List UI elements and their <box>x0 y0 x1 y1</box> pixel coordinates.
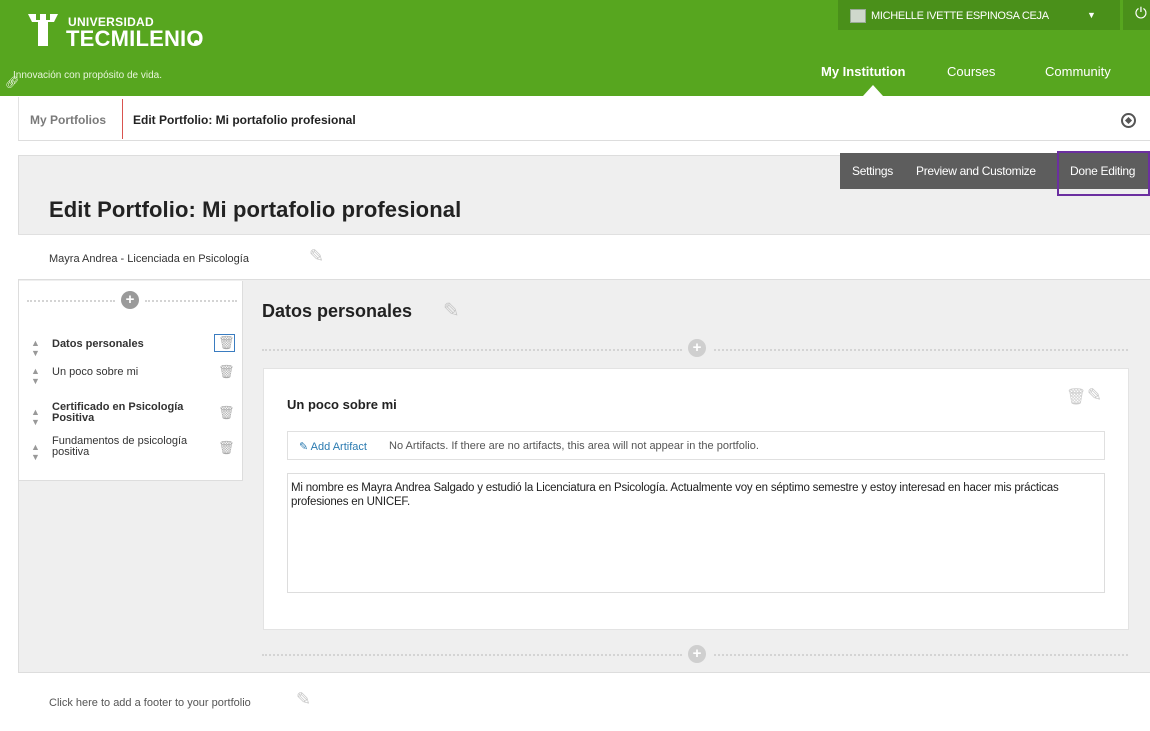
sidebar-item-fundamentos[interactable]: Fundamentos de psicología positiva <box>52 436 204 458</box>
tab-my-institution[interactable]: My Institution <box>821 64 906 79</box>
trash-icon[interactable]: 🗑︎ <box>218 335 235 351</box>
user-name[interactable]: MICHELLE IVETTE ESPINOSA CEJA <box>871 10 1049 22</box>
edit-card-pencil-icon[interactable]: ✎ <box>1087 385 1102 406</box>
breadcrumb-current: Edit Portfolio: Mi portafolio profesiona… <box>133 113 356 127</box>
avatar <box>850 9 866 23</box>
active-tab-pointer <box>863 85 883 96</box>
add-artifact-link[interactable]: ✎ Add Artifact <box>299 440 367 453</box>
logo-name[interactable]: TECMILENIO <box>66 26 204 52</box>
logo-dot <box>194 40 199 45</box>
section-title: Datos personales <box>262 301 413 321</box>
card-title: Un poco sobre mi <box>287 397 397 412</box>
chevron-down-icon[interactable]: ▼ <box>1087 10 1096 20</box>
tab-community[interactable]: Community <box>1045 64 1111 79</box>
portfolio-header-text[interactable]: Mayra Andrea - Licenciada en Psicología <box>49 253 249 265</box>
trash-icon[interactable]: 🗑︎ <box>218 364 235 380</box>
preview-customize-button[interactable]: Preview and Customize <box>916 164 1036 178</box>
tab-courses[interactable]: Courses <box>947 64 995 79</box>
divider <box>714 654 1128 656</box>
content-text[interactable]: Mi nombre es Mayra Andrea Salgado y estu… <box>291 481 1101 509</box>
sidebar-item-datos-personales[interactable]: Datos personales <box>52 338 144 350</box>
divider <box>714 349 1128 351</box>
done-editing-highlight <box>1057 151 1150 196</box>
add-page-icon[interactable]: + <box>121 291 139 309</box>
edit-section-pencil-icon[interactable]: ✎ <box>443 298 460 323</box>
sidebar-item-un-poco-sobre-mi[interactable]: Un poco sobre mi <box>52 366 138 378</box>
tecmilenio-logo-icon <box>28 14 58 46</box>
divider <box>145 300 237 302</box>
trash-icon[interactable]: 🗑︎ <box>1066 387 1086 407</box>
settings-button[interactable]: Settings <box>852 164 893 178</box>
compass-icon[interactable] <box>1121 113 1136 128</box>
sort-handle-icon[interactable]: ▲ ▼ <box>31 338 40 358</box>
breadcrumb-divider <box>122 99 123 139</box>
sort-handle-icon[interactable]: ▲ ▼ <box>31 407 40 427</box>
sort-handle-icon[interactable]: ▲ ▼ <box>31 366 40 386</box>
footer-placeholder[interactable]: Click here to add a footer to your portf… <box>49 697 251 709</box>
breadcrumb-my-portfolios[interactable]: My Portfolios <box>30 113 106 127</box>
add-artifact-label[interactable]: Add Artifact <box>311 441 367 453</box>
trash-icon[interactable]: 🗑︎ <box>218 440 235 456</box>
divider <box>262 654 682 656</box>
add-section-icon[interactable]: + <box>688 339 706 357</box>
trash-icon[interactable]: 🗑︎ <box>218 405 235 421</box>
divider <box>262 349 682 351</box>
edit-footer-pencil-icon[interactable]: ✎ <box>296 689 311 710</box>
divider <box>27 300 115 302</box>
edit-header-pencil-icon[interactable]: ✎ <box>309 246 324 267</box>
power-icon[interactable]: ⏻ <box>1135 5 1147 22</box>
page-title: Edit Portfolio: Mi portafolio profesiona… <box>49 197 462 222</box>
tagline: Innovación con propósito de vida. <box>13 70 162 81</box>
add-section-icon[interactable]: + <box>688 645 706 663</box>
no-artifacts-message: No Artifacts. If there are no artifacts,… <box>389 440 759 452</box>
sort-handle-icon[interactable]: ▲ ▼ <box>31 442 40 462</box>
sidebar-item-certificado[interactable]: Certificado en Psicología Positiva <box>52 402 204 424</box>
